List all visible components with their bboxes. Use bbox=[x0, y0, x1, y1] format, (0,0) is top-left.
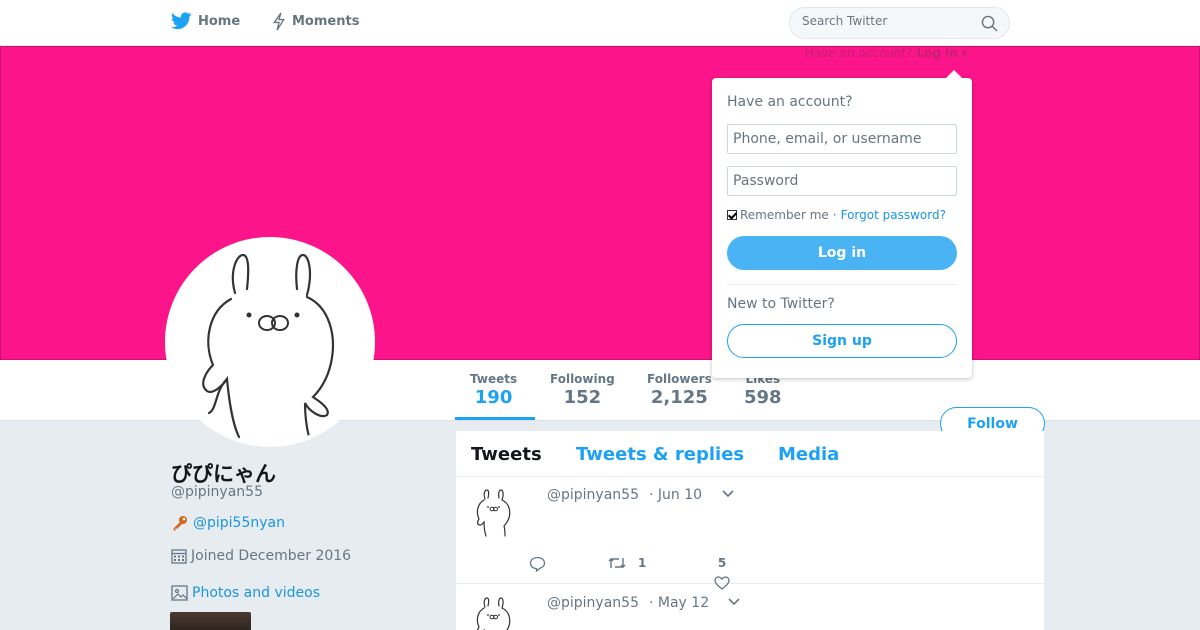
login-heading: Have an account? bbox=[727, 94, 853, 110]
username-field[interactable] bbox=[727, 124, 957, 154]
stat-label: Tweets bbox=[470, 372, 518, 386]
stat-value: 152 bbox=[563, 387, 602, 408]
image-icon bbox=[171, 585, 188, 601]
nav-home-label: Home bbox=[198, 13, 241, 29]
photos-videos-label: Photos and videos bbox=[192, 584, 321, 601]
key-icon bbox=[173, 516, 187, 531]
tweet-item[interactable]: @pipinyan55 · Jun 10 1 5 bbox=[456, 477, 1044, 590]
stat-value: 598 bbox=[744, 387, 782, 408]
stat-tweets[interactable]: Tweets 190 bbox=[470, 372, 517, 408]
stat-value: 190 bbox=[474, 387, 513, 408]
calendar-icon bbox=[171, 549, 187, 564]
nav-home[interactable]: Home bbox=[171, 12, 240, 30]
nav-moments-label: Moments bbox=[292, 14, 360, 29]
login-trigger-link[interactable]: Log in bbox=[916, 46, 957, 60]
photos-videos-link[interactable]: Photos and videos bbox=[171, 584, 320, 601]
tweet-item[interactable]: @pipinyan55 · May 12 bbox=[456, 585, 1044, 630]
tweet-timestamp[interactable]: · Jun 10 bbox=[649, 487, 702, 503]
profile-handle: @pipinyan55 bbox=[171, 484, 263, 500]
new-to-twitter-heading: New to Twitter? bbox=[727, 296, 835, 312]
avatar[interactable] bbox=[165, 237, 375, 447]
search-icon[interactable] bbox=[981, 15, 998, 32]
login-button[interactable]: Log in bbox=[727, 236, 957, 270]
tab-media[interactable]: Media bbox=[778, 444, 839, 465]
timeline-tabs: Tweets Tweets & replies Media bbox=[456, 431, 1044, 477]
signup-button[interactable]: Sign up bbox=[727, 324, 957, 358]
tweet-timestamp[interactable]: · May 12 bbox=[649, 595, 709, 611]
nav-moments[interactable]: Moments bbox=[272, 12, 359, 31]
password-field[interactable] bbox=[727, 166, 957, 196]
search-box[interactable] bbox=[789, 7, 1010, 39]
remember-label[interactable]: Remember me bbox=[740, 208, 829, 222]
login-dropdown: Have an account? Remember me · Forgot pa… bbox=[712, 70, 972, 378]
retweet-count: 1 bbox=[638, 556, 647, 570]
active-stat-underline bbox=[455, 417, 535, 420]
rabbit-illustration bbox=[202, 253, 335, 439]
like-count: 5 bbox=[717, 556, 727, 570]
chevron-down-icon[interactable] bbox=[721, 489, 735, 499]
reply-icon bbox=[529, 556, 546, 572]
twitter-bird-icon bbox=[171, 12, 192, 30]
retweet-button[interactable]: 1 bbox=[608, 556, 646, 570]
separator-dot: · bbox=[832, 208, 837, 222]
profile-joined: Joined December 2016 bbox=[171, 548, 351, 564]
tweet-avatar[interactable] bbox=[471, 597, 515, 630]
remember-row: Remember me · Forgot password? bbox=[727, 208, 946, 222]
profile-link-text[interactable]: @pipi55nyan bbox=[193, 515, 285, 531]
stat-label: Followers bbox=[647, 372, 712, 386]
tab-tweets-replies[interactable]: Tweets & replies bbox=[576, 444, 744, 465]
profile-joined-text: Joined December 2016 bbox=[191, 548, 352, 564]
reply-button[interactable] bbox=[529, 556, 546, 572]
tweet-handle[interactable]: @pipinyan55 bbox=[547, 487, 639, 503]
chevron-down-icon[interactable] bbox=[727, 597, 741, 607]
retweet-icon bbox=[608, 558, 626, 568]
stat-value: 2,125 bbox=[650, 387, 708, 408]
lightning-icon bbox=[272, 12, 285, 31]
stat-label: Following bbox=[550, 372, 615, 386]
tweet-avatar[interactable] bbox=[471, 489, 515, 537]
search-input[interactable] bbox=[802, 14, 972, 28]
remember-checkbox[interactable] bbox=[727, 210, 737, 220]
top-nav-bar: Home Moments bbox=[0, 0, 1200, 46]
login-trigger-prefix: Have an account? bbox=[805, 46, 913, 60]
tab-tweets[interactable]: Tweets bbox=[471, 444, 542, 465]
stat-following[interactable]: Following 152 bbox=[550, 372, 615, 408]
forgot-password-link[interactable]: Forgot password? bbox=[841, 208, 946, 222]
timeline: Tweets Tweets & replies Media @pipinyan5… bbox=[456, 431, 1044, 630]
profile-link[interactable]: @pipi55nyan bbox=[171, 515, 285, 531]
tweet-handle[interactable]: @pipinyan55 bbox=[547, 595, 639, 611]
divider bbox=[727, 284, 957, 285]
login-trigger[interactable]: Have an account? Log in ▾ bbox=[805, 46, 968, 60]
photo-thumbnail[interactable] bbox=[170, 612, 251, 630]
stat-followers[interactable]: Followers 2,125 bbox=[647, 372, 712, 408]
login-trigger-caret: ▾ bbox=[961, 46, 968, 60]
